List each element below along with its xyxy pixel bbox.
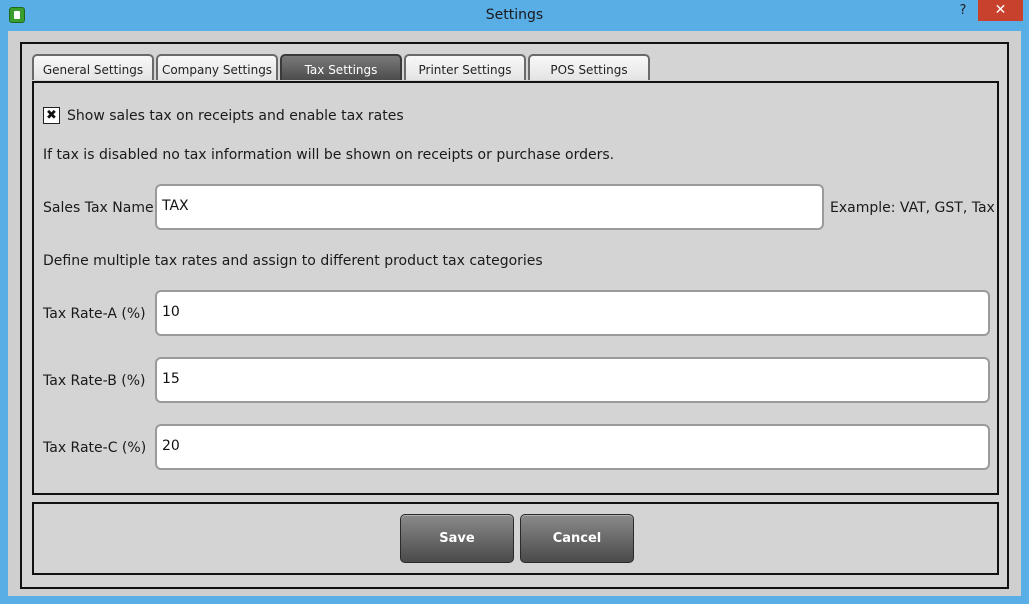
client-area: General Settings Company Settings Tax Se…	[8, 31, 1021, 596]
tab-company-settings[interactable]: Company Settings	[156, 54, 278, 80]
sales-tax-name-example: Example: VAT, GST, Tax	[830, 200, 995, 216]
enable-tax-label: Show sales tax on receipts and enable ta…	[67, 108, 404, 124]
tab-printer-settings[interactable]: Printer Settings	[404, 54, 526, 80]
tax-rate-b-label: Tax Rate-B (%)	[43, 373, 146, 389]
tax-settings-panel: ✖ Show sales tax on receipts and enable …	[32, 81, 999, 495]
action-bar: Save Cancel	[32, 502, 999, 575]
tab-tax-settings[interactable]: Tax Settings	[280, 54, 402, 80]
tax-rate-a-input[interactable]: 10	[155, 290, 990, 336]
tax-rates-note: Define multiple tax rates and assign to …	[43, 253, 543, 269]
sales-tax-name-label: Sales Tax Name	[43, 200, 154, 216]
window-title: Settings	[485, 7, 544, 23]
tab-pos-settings[interactable]: POS Settings	[528, 54, 650, 80]
settings-window: Settings ? ✕ General Settings Company Se…	[0, 0, 1029, 604]
close-button[interactable]: ✕	[978, 0, 1023, 21]
settings-frame: General Settings Company Settings Tax Se…	[20, 42, 1009, 589]
sales-tax-name-input[interactable]: TAX	[155, 184, 824, 230]
tax-rate-c-label: Tax Rate-C (%)	[43, 440, 147, 456]
tax-disabled-note: If tax is disabled no tax information wi…	[43, 147, 615, 163]
tab-general-settings[interactable]: General Settings	[32, 54, 154, 80]
cancel-button[interactable]: Cancel	[520, 514, 634, 563]
enable-tax-checkbox[interactable]: ✖	[43, 107, 60, 124]
help-button[interactable]: ?	[948, 0, 978, 21]
tax-rate-a-label: Tax Rate-A (%)	[43, 306, 146, 322]
save-button[interactable]: Save	[400, 514, 514, 563]
tax-rate-c-input[interactable]: 20	[155, 424, 990, 470]
title-bar: Settings ? ✕	[0, 0, 1029, 31]
tax-rate-b-input[interactable]: 15	[155, 357, 990, 403]
